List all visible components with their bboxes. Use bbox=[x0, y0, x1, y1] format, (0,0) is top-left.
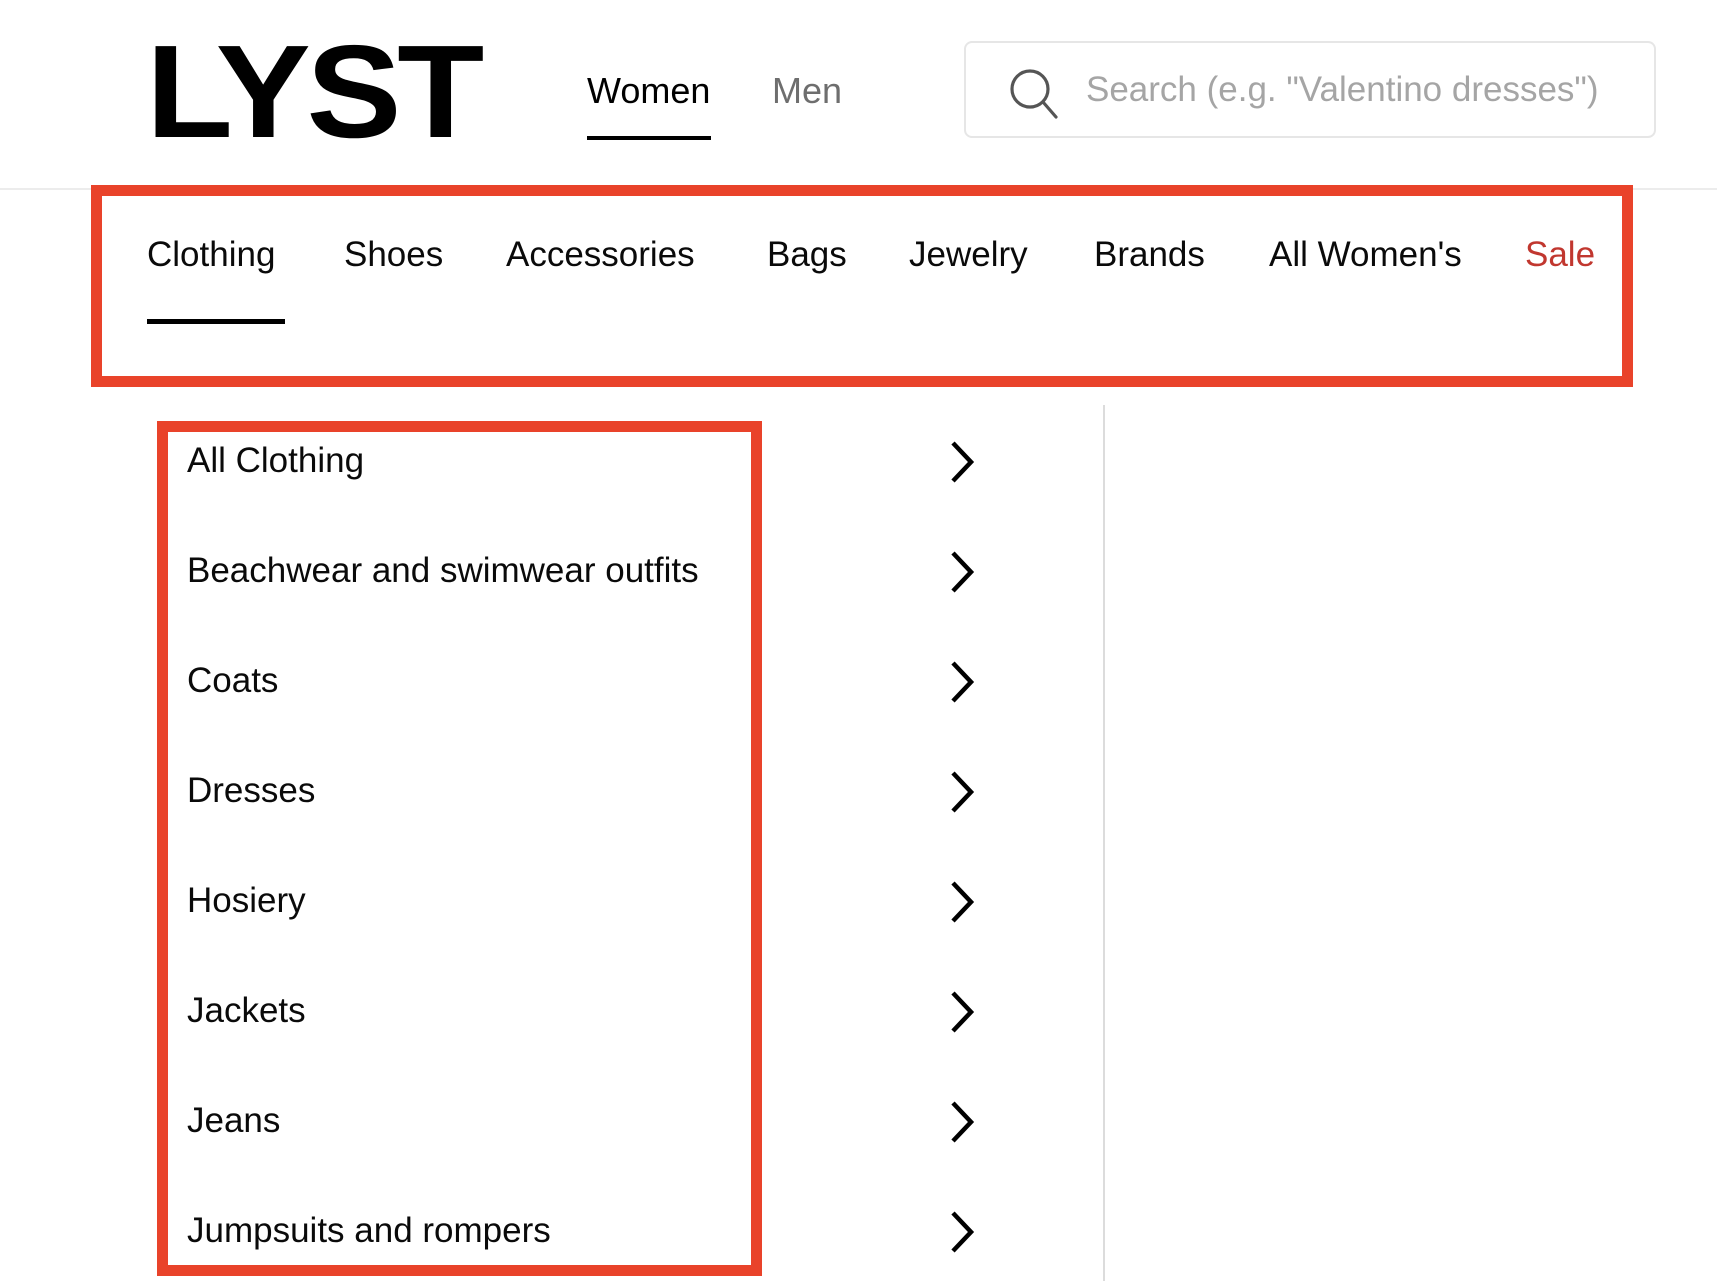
panel-divider bbox=[1103, 405, 1105, 1281]
chevron-right-icon bbox=[951, 1211, 975, 1253]
chevron-right-icon bbox=[951, 661, 975, 703]
search-icon[interactable] bbox=[1008, 67, 1060, 119]
search-bar[interactable] bbox=[964, 41, 1656, 138]
chevron-right-icon bbox=[951, 881, 975, 923]
annotation-box-category-nav bbox=[91, 185, 1633, 387]
tab-men[interactable]: Men bbox=[772, 70, 842, 112]
tab-women[interactable]: Women bbox=[587, 70, 710, 112]
chevron-right-icon bbox=[951, 771, 975, 813]
search-input[interactable] bbox=[1086, 43, 1636, 136]
chevron-right-icon bbox=[951, 1101, 975, 1143]
active-tab-indicator bbox=[587, 136, 711, 140]
chevron-right-icon bbox=[951, 441, 975, 483]
chevron-right-icon bbox=[951, 991, 975, 1033]
lyst-logo[interactable]: LYST bbox=[146, 26, 484, 158]
annotation-box-subcategory-list bbox=[157, 421, 762, 1276]
chevron-right-icon bbox=[951, 551, 975, 593]
